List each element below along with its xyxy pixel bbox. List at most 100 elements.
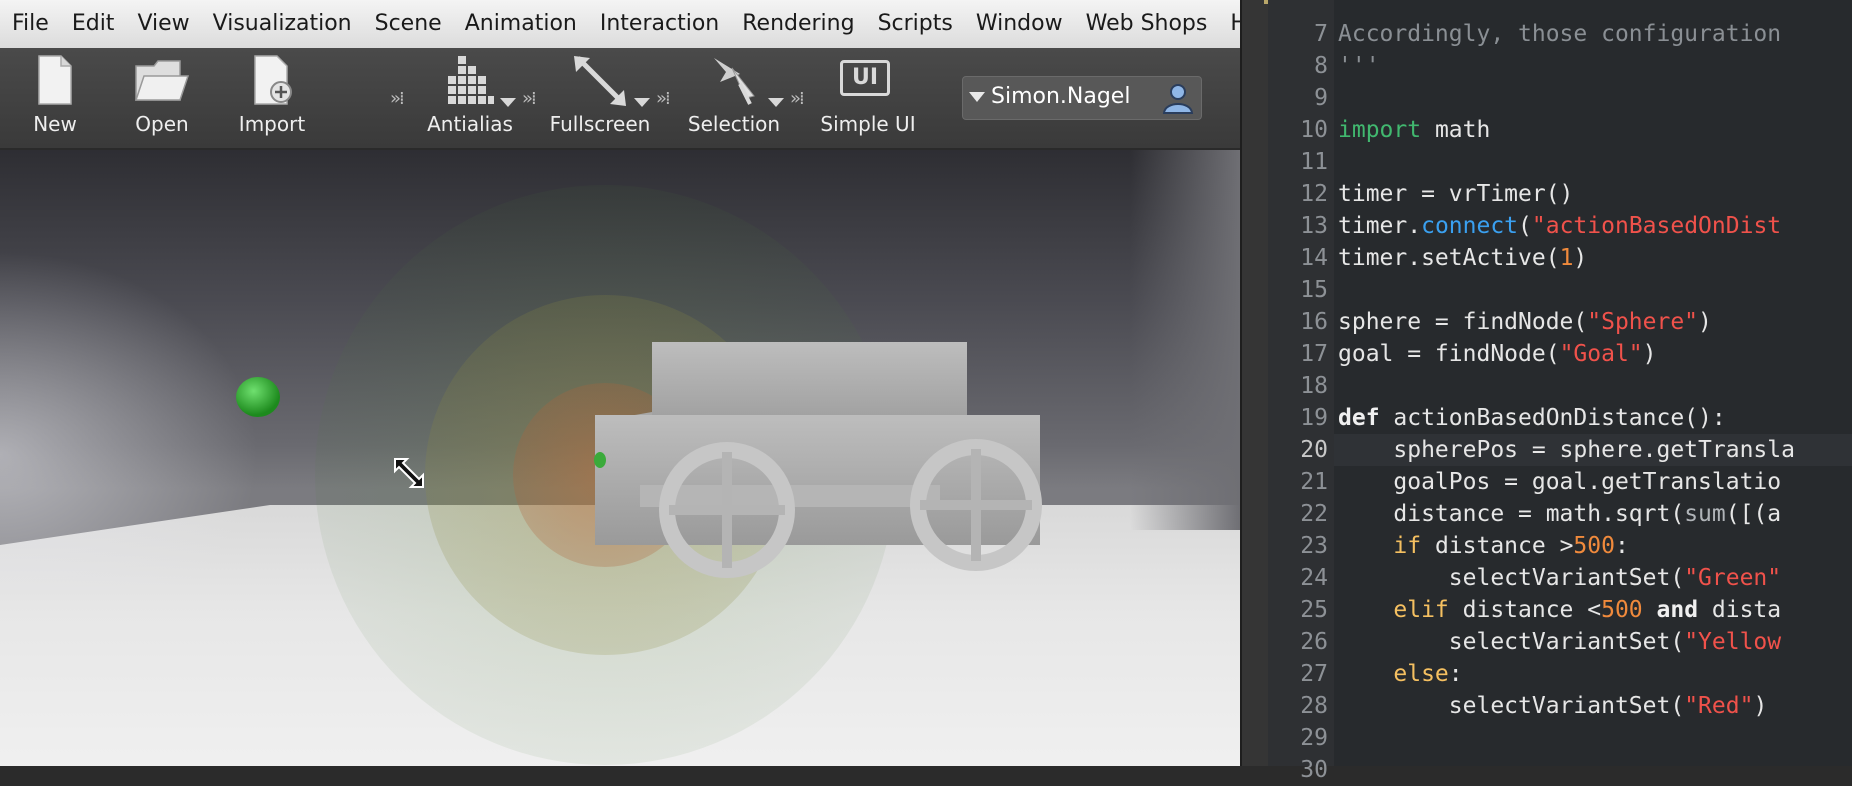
new-label: New (33, 112, 77, 136)
method-connect: connect (1421, 213, 1519, 239)
line-number: 19 (1300, 405, 1328, 431)
code-line-20: spherePos = sphere.getTransla (1338, 437, 1795, 463)
menu-animation[interactable]: Animation (453, 0, 588, 48)
code-line-17: goal = findNode("Goal") (1338, 338, 1657, 370)
builtin-sum: sum (1684, 501, 1726, 527)
selection-label: Selection (687, 112, 781, 136)
toolbar-separator: »⁞ (390, 88, 405, 109)
string-literal: "actionBasedOnDist (1531, 213, 1782, 239)
open-button[interactable]: Open (125, 52, 199, 144)
line-number: 16 (1300, 309, 1328, 335)
line-number: 25 (1300, 597, 1328, 623)
toolbar: New Open Import »⁞ Antialias »⁞ Fullscre… (0, 48, 1240, 150)
antialias-dropdown-arrow[interactable] (500, 98, 516, 107)
editor-frame (1240, 0, 1284, 766)
selection-dropdown-arrow[interactable] (768, 98, 784, 107)
3d-viewport[interactable] (0, 150, 1240, 766)
import-icon (254, 55, 292, 105)
menu-scene[interactable]: Scene (363, 0, 453, 48)
code-line-10: import math (1338, 114, 1490, 146)
antialias-icon (448, 56, 494, 104)
code-text: timer.setActive( (1338, 245, 1560, 271)
menu-web-shops[interactable]: Web Shops (1074, 0, 1219, 48)
selection-cursor-icon (714, 58, 755, 105)
code-text: selectVariantSet( (1338, 629, 1685, 655)
menu-view[interactable]: View (125, 0, 200, 48)
menu-rendering[interactable]: Rendering (730, 0, 865, 48)
string-literal: "Red" (1684, 693, 1754, 719)
code-text: math (1421, 117, 1491, 143)
code-text: goal = findNode( (1338, 341, 1560, 367)
number-literal: 500 (1601, 597, 1643, 623)
line-number-current: 20 (1300, 437, 1328, 463)
line-number: 30 (1300, 757, 1328, 783)
line-number: 24 (1300, 565, 1328, 591)
car-model[interactable] (594, 342, 1042, 578)
menu-file[interactable]: File (0, 0, 60, 48)
code-line-14: timer.setActive(1) (1338, 242, 1587, 274)
code-line-13: timer.connect("actionBasedOnDist (1338, 210, 1781, 242)
keyword-and: and (1642, 597, 1699, 623)
antialias-label: Antialias (427, 112, 513, 136)
user-name: Simon.Nagel (991, 84, 1131, 109)
line-number: 29 (1300, 725, 1328, 751)
number-literal: 1 (1559, 245, 1574, 271)
line-number: 18 (1300, 373, 1328, 399)
code-line-22: distance = math.sqrt(sum([(a (1338, 498, 1781, 530)
line-number: 11 (1300, 149, 1328, 175)
line-number: 14 (1300, 245, 1328, 271)
open-label: Open (135, 112, 189, 136)
vred-main-window: File Edit View Visualization Scene Anima… (0, 0, 1281, 766)
code-text: actionBasedOnDistance(): (1379, 405, 1726, 431)
fullscreen-arrows-icon (574, 56, 626, 106)
green-sphere[interactable] (236, 377, 280, 417)
selection-button[interactable]: Selection (688, 52, 780, 144)
code-text: ( (1518, 213, 1532, 239)
code-line-23: if distance >500: (1338, 530, 1629, 562)
menu-interaction[interactable]: Interaction (588, 0, 730, 48)
script-editor[interactable]: Accordingly, those configuration ''' imp… (1334, 0, 1852, 766)
code-line-24: selectVariantSet("Green" (1338, 562, 1781, 594)
code-text: ) (1753, 693, 1768, 719)
line-number: 12 (1300, 181, 1328, 207)
code-text: timer. (1338, 213, 1422, 239)
fullscreen-label: Fullscreen (549, 112, 651, 136)
open-folder-icon (134, 60, 190, 101)
code-text: distance = math.sqrt( (1338, 501, 1685, 527)
code-text: distance < (1448, 597, 1602, 623)
code-text: sphere = findNode( (1338, 309, 1588, 335)
line-number: 7 (1314, 21, 1328, 47)
scene-render (236, 185, 1042, 765)
new-button[interactable]: New (20, 52, 90, 144)
user-avatar-icon (1162, 84, 1194, 114)
line-number: 23 (1300, 533, 1328, 559)
user-account-dropdown[interactable]: Simon.Nagel (962, 76, 1202, 120)
simple-ui-button[interactable]: UI Simple UI (818, 52, 918, 144)
line-number: 22 (1300, 501, 1328, 527)
code-text: ([(a (1725, 501, 1782, 527)
menu-edit[interactable]: Edit (60, 0, 126, 48)
fullscreen-dropdown-arrow[interactable] (634, 98, 650, 107)
keyword-elif: elif (1338, 597, 1449, 623)
menu-scripts[interactable]: Scripts (866, 0, 964, 48)
line-number: 28 (1300, 693, 1328, 719)
menu-visualization[interactable]: Visualization (201, 0, 363, 48)
code-text: : (1614, 533, 1629, 559)
simple-ui-icon: UI (840, 60, 890, 96)
line-number: 13 (1300, 213, 1328, 239)
code-text: dista (1698, 597, 1782, 623)
keyword-if: if (1338, 533, 1422, 559)
number-literal: 500 (1573, 533, 1615, 559)
line-number: 27 (1300, 661, 1328, 687)
simple-ui-label: Simple UI (820, 112, 916, 136)
menu-window[interactable]: Window (964, 0, 1074, 48)
string-literal: "Yellow (1684, 629, 1782, 655)
toolbar-separator: »⁞ (790, 88, 805, 109)
string-literal: "Sphere" (1587, 309, 1699, 335)
import-button[interactable]: Import (232, 52, 312, 144)
code-line-7: Accordingly, those configuration (1338, 21, 1782, 47)
line-number: 15 (1300, 277, 1328, 303)
string-literal: "Green" (1684, 565, 1782, 591)
code-text: : (1448, 661, 1463, 687)
line-number: 8 (1314, 53, 1328, 79)
